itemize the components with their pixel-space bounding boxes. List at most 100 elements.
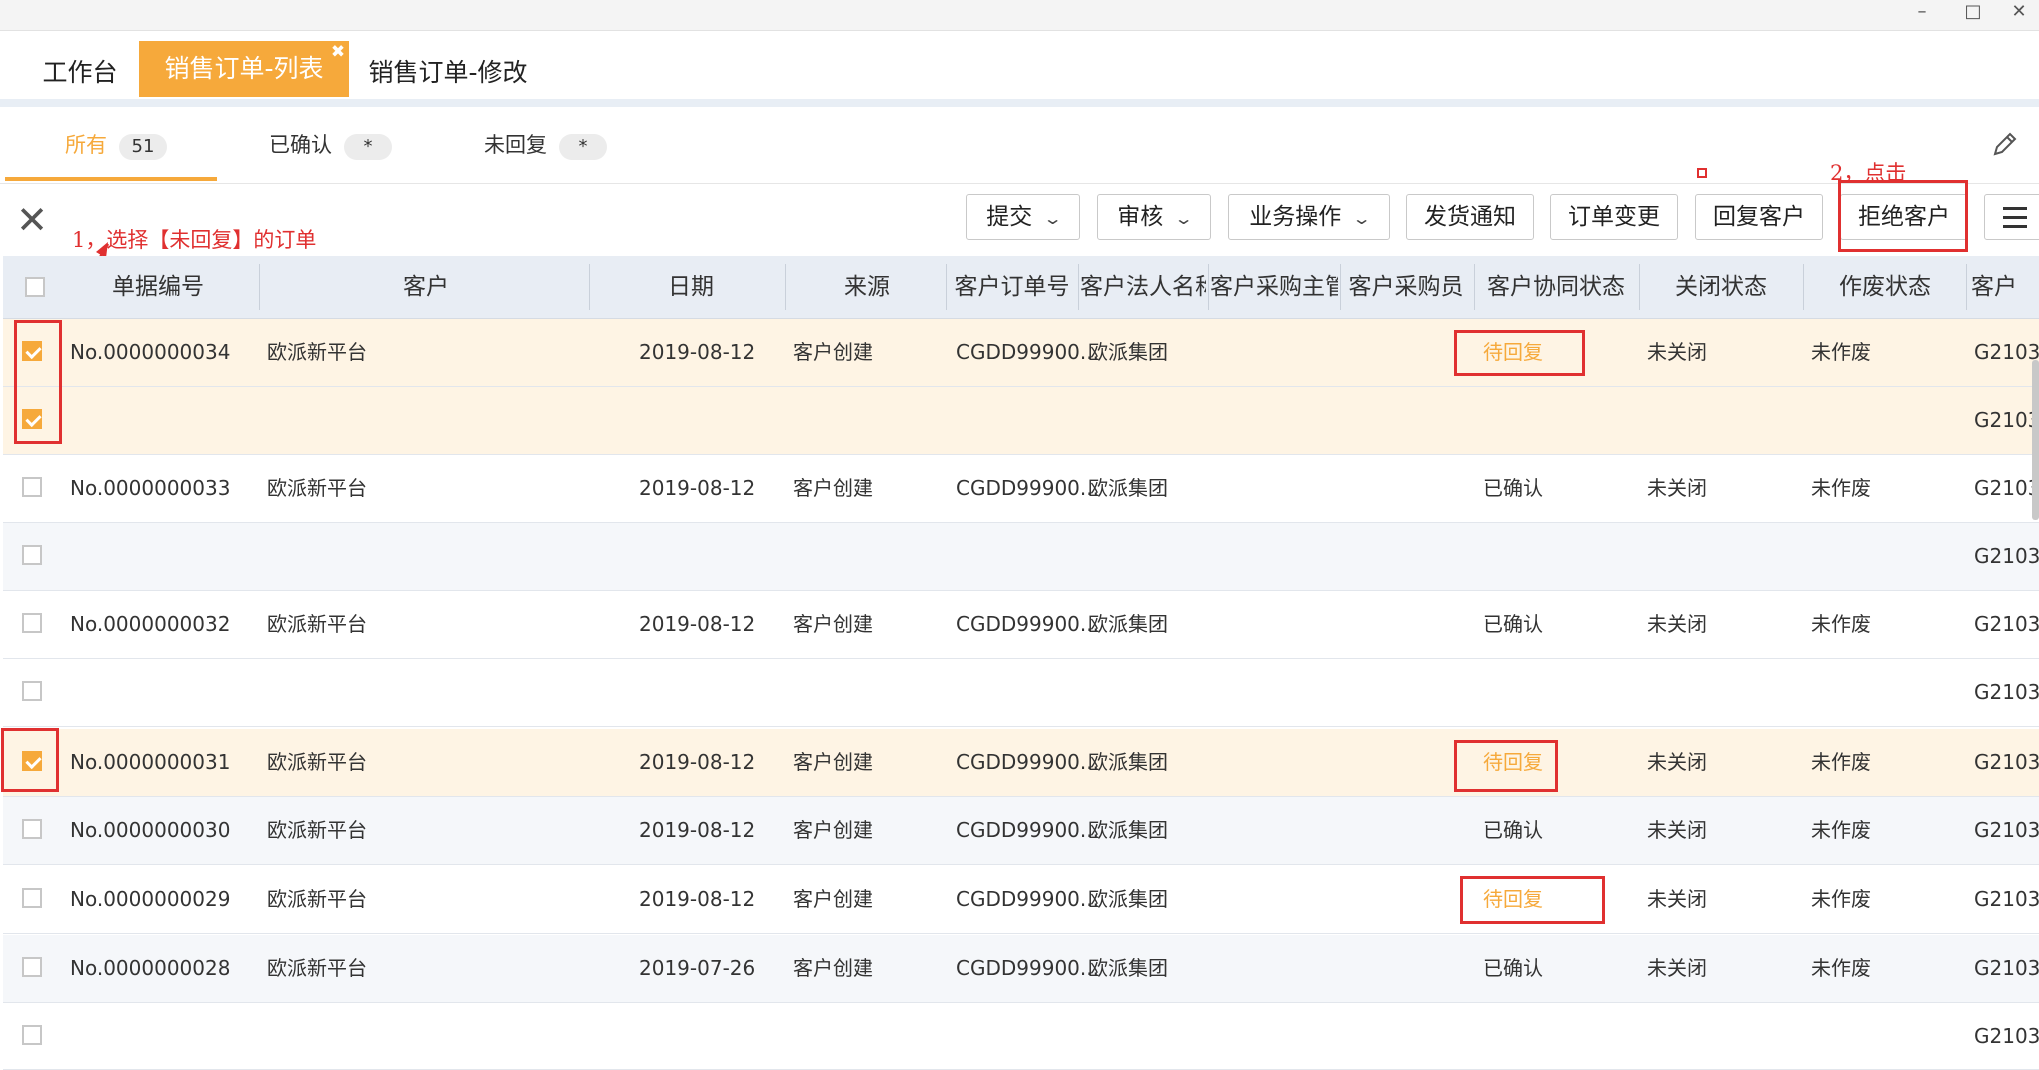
filter-all[interactable]: 所有 51 <box>65 107 167 183</box>
close-window-icon[interactable]: ✕ <box>1999 0 2039 28</box>
tab-workbench[interactable]: 工作台 <box>30 41 130 97</box>
table-row[interactable]: No.0000000029 欧派新平台 2019-08-12 客户创建 CGDD… <box>3 866 2039 934</box>
highlight-selected-checkbox <box>1 728 59 792</box>
column-header[interactable]: 作废状态 <box>1805 256 1965 318</box>
cell-customer-order-no: CGDD99900... <box>956 476 1099 500</box>
annotation-marker <box>1697 168 1707 178</box>
cell-legal-name: 欧派集团 <box>1088 340 1168 364</box>
clear-selection-icon[interactable]: ✕ <box>12 200 52 240</box>
cell-collab-status: 已确认 <box>1483 818 1543 842</box>
cell-void-status: 未作废 <box>1811 956 1871 980</box>
cell-legal-name: 欧派集团 <box>1088 818 1168 842</box>
column-header[interactable]: 客户订单号 <box>948 256 1076 318</box>
cell-customer-order-no: CGDD99900... <box>956 612 1099 636</box>
row-checkbox[interactable] <box>22 819 42 839</box>
close-tab-icon[interactable]: ✖ <box>329 43 347 61</box>
filter-label: 所有 <box>65 133 107 157</box>
column-header[interactable]: 客户法人名称 <box>1080 256 1206 318</box>
cell-customer-order-no: CGDD99900... <box>956 887 1099 911</box>
row-checkbox[interactable] <box>22 545 42 565</box>
cell-close-status: 未关闭 <box>1647 612 1707 636</box>
review-dropdown-button[interactable]: 审核 ⌄ <box>1097 194 1211 240</box>
cell-close-status: 未关闭 <box>1647 476 1707 500</box>
select-all-checkbox[interactable] <box>25 277 45 297</box>
cell-source: 客户创建 <box>793 956 873 980</box>
cell-date: 2019-08-12 <box>639 750 756 774</box>
cell-customer: 欧派新平台 <box>267 476 367 500</box>
table-row[interactable]: No.0000000034 欧派新平台 2019-08-12 客户创建 CGDD… <box>3 319 2039 387</box>
cell-customer: 欧派新平台 <box>267 340 367 364</box>
cell-customer-code: G2103 <box>1974 544 2039 568</box>
column-divider <box>589 264 590 310</box>
cell-void-status: 未作废 <box>1811 887 1871 911</box>
cell-void-status: 未作废 <box>1811 818 1871 842</box>
cell-legal-name: 欧派集团 <box>1088 476 1168 500</box>
cell-customer-code: G2103 <box>1974 1024 2039 1048</box>
highlight-status-pending <box>1454 740 1558 792</box>
button-label: 提交 <box>986 204 1033 230</box>
table-row[interactable]: No.0000000030 欧派新平台 2019-08-12 客户创建 CGDD… <box>3 797 2039 865</box>
cell-customer: 欧派新平台 <box>267 612 367 636</box>
table-row[interactable]: No.0000000033 欧派新平台 2019-08-12 客户创建 CGDD… <box>3 455 2039 523</box>
pencil-icon[interactable] <box>1990 129 2020 159</box>
button-label: 业务操作 <box>1249 204 1342 230</box>
column-header[interactable]: 客户 <box>1971 256 2039 318</box>
highlight-status-pending <box>1454 330 1585 376</box>
column-divider <box>1803 264 1804 310</box>
filter-unreplied[interactable]: 未回复 * <box>484 107 607 183</box>
table-row[interactable]: G2103 <box>3 1003 2039 1070</box>
filter-count-badge: * <box>559 134 607 160</box>
column-divider <box>1474 264 1475 310</box>
tab-sales-order-edit[interactable]: 销售订单-修改 <box>368 41 528 97</box>
more-menu-button[interactable] <box>1984 194 2039 240</box>
ship-notice-button[interactable]: 发货通知 <box>1406 194 1534 240</box>
row-checkbox[interactable] <box>22 613 42 633</box>
cell-source: 客户创建 <box>793 887 873 911</box>
filter-confirmed[interactable]: 已确认 * <box>269 107 392 183</box>
cell-source: 客户创建 <box>793 750 873 774</box>
highlight-selected-checkboxes <box>14 320 62 444</box>
column-header[interactable]: 客户协同状态 <box>1476 256 1636 318</box>
highlight-reject-button <box>1838 180 1968 252</box>
annotation-step1: 1，选择【未回复】的订单 <box>72 228 317 252</box>
table-row[interactable]: G2103 <box>3 523 2039 591</box>
cell-customer-order-no: CGDD99900... <box>956 750 1099 774</box>
column-header[interactable]: 日期 <box>593 256 789 318</box>
cell-source: 客户创建 <box>793 476 873 500</box>
table-row[interactable]: No.0000000031 欧派新平台 2019-08-12 客户创建 CGDD… <box>3 729 2039 797</box>
cell-customer: 欧派新平台 <box>267 956 367 980</box>
column-header[interactable]: 客户采购主管 <box>1210 256 1338 318</box>
table-row[interactable]: G2103 <box>3 387 2039 455</box>
active-filter-underline <box>5 177 217 181</box>
table-row[interactable]: No.0000000028 欧派新平台 2019-07-26 客户创建 CGDD… <box>3 935 2039 1003</box>
column-header[interactable]: 客户采购员 <box>1342 256 1470 318</box>
vertical-scrollbar[interactable] <box>2032 360 2039 520</box>
cell-collab-status: 已确认 <box>1483 956 1543 980</box>
row-checkbox[interactable] <box>22 681 42 701</box>
cell-close-status: 未关闭 <box>1647 818 1707 842</box>
row-checkbox[interactable] <box>22 1025 42 1045</box>
minimize-icon[interactable]: – <box>1902 0 1942 28</box>
cell-customer-code: G2103 <box>1974 680 2039 704</box>
cell-date: 2019-08-12 <box>639 818 756 842</box>
table-row[interactable]: G2103 <box>3 659 2039 727</box>
table-row[interactable]: No.0000000032 欧派新平台 2019-08-12 客户创建 CGDD… <box>3 591 2039 659</box>
column-header[interactable]: 关闭状态 <box>1641 256 1801 318</box>
column-header[interactable]: 单据编号 <box>58 256 258 318</box>
row-checkbox[interactable] <box>22 477 42 497</box>
column-header[interactable]: 客户 <box>261 256 591 318</box>
maximize-icon[interactable]: □ <box>1953 0 1993 28</box>
cell-collab-status: 已确认 <box>1483 476 1543 500</box>
row-checkbox[interactable] <box>22 957 42 977</box>
cell-order-no: No.0000000031 <box>70 750 231 774</box>
row-checkbox[interactable] <box>22 888 42 908</box>
cell-date: 2019-07-26 <box>639 956 756 980</box>
order-change-button[interactable]: 订单变更 <box>1550 194 1678 240</box>
column-divider <box>946 264 947 310</box>
business-ops-dropdown-button[interactable]: 业务操作 ⌄ <box>1228 194 1390 240</box>
cell-legal-name: 欧派集团 <box>1088 750 1168 774</box>
submit-dropdown-button[interactable]: 提交 ⌄ <box>966 194 1080 240</box>
column-header[interactable]: 来源 <box>789 256 945 318</box>
reply-customer-button[interactable]: 回复客户 <box>1695 194 1823 240</box>
tab-sales-order-list[interactable]: 销售订单-列表 <box>139 41 349 97</box>
